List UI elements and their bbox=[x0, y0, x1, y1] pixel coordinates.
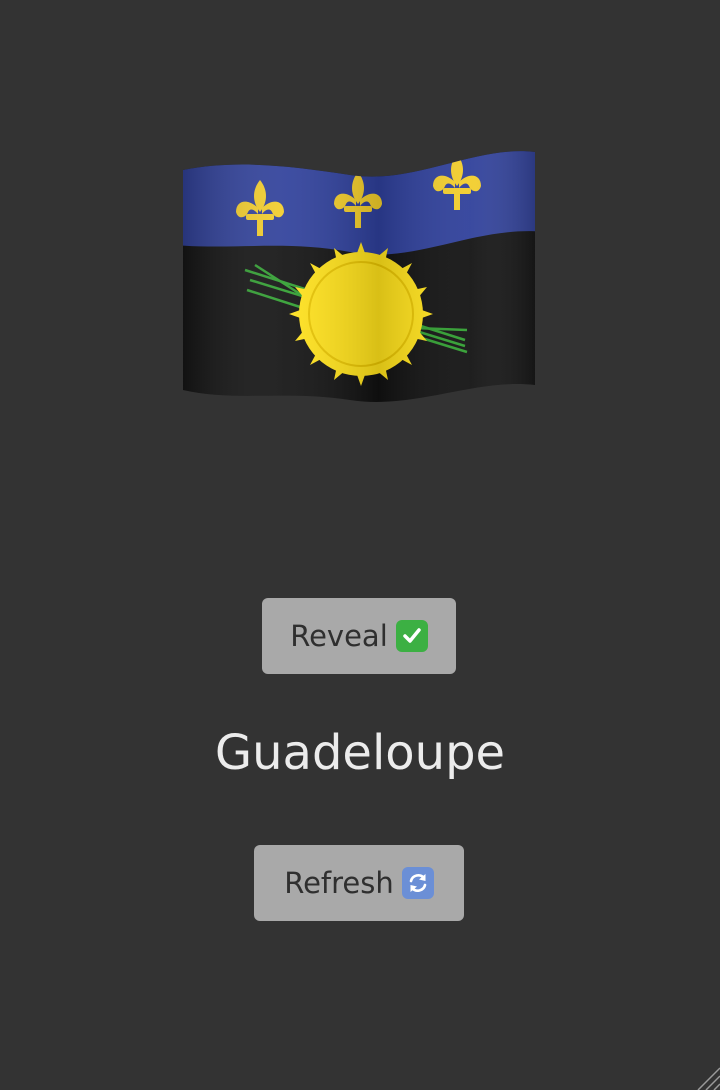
flag-quiz-page: Reveal Guadeloupe Refresh bbox=[0, 0, 720, 1090]
reveal-button[interactable]: Reveal bbox=[262, 598, 456, 674]
check-mark-icon bbox=[395, 620, 428, 652]
resize-handle-icon[interactable] bbox=[692, 1062, 720, 1090]
country-name: Guadeloupe bbox=[214, 725, 506, 781]
reveal-button-label: Reveal bbox=[290, 619, 388, 653]
flag-display bbox=[175, 140, 545, 410]
refresh-button[interactable]: Refresh bbox=[254, 845, 464, 921]
refresh-arrows-icon bbox=[401, 867, 434, 899]
refresh-button-label: Refresh bbox=[284, 866, 394, 900]
guadeloupe-flag-icon bbox=[183, 151, 535, 402]
